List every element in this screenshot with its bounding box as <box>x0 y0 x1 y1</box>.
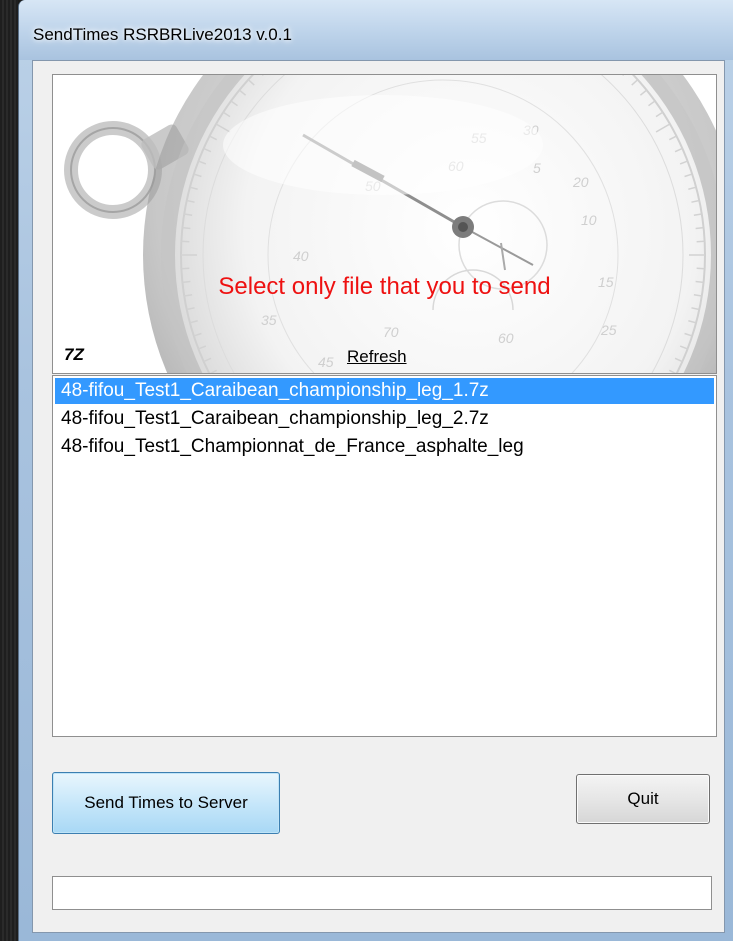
app-window: SendTimes RSRBRLive2013 v.0.1 5 10 15 40… <box>18 0 733 941</box>
list-item[interactable]: 48-fifou_Test1_Caraibean_championship_le… <box>55 378 714 404</box>
svg-text:25: 25 <box>600 322 617 338</box>
list-item[interactable]: 48-fifou_Test1_Championnat_de_France_asp… <box>55 434 714 460</box>
desktop-background <box>0 0 18 941</box>
title-bar[interactable]: SendTimes RSRBRLive2013 v.0.1 <box>19 0 733 60</box>
refresh-link[interactable]: Refresh <box>347 347 407 367</box>
extension-label: 7Z <box>64 345 84 364</box>
stopwatch-image: 55 5 10 15 60 50 40 35 45 70 60 20 25 30 <box>64 75 716 373</box>
svg-text:5: 5 <box>533 160 541 176</box>
svg-text:20: 20 <box>572 174 589 190</box>
svg-text:60: 60 <box>498 330 514 346</box>
svg-text:70: 70 <box>383 324 399 340</box>
status-field <box>52 876 712 910</box>
file-list[interactable]: 48-fifou_Test1_Caraibean_championship_le… <box>52 375 717 737</box>
list-item[interactable]: 48-fifou_Test1_Caraibean_championship_le… <box>55 406 714 432</box>
svg-text:10: 10 <box>581 212 597 228</box>
quit-button[interactable]: Quit <box>576 774 710 824</box>
window-title: SendTimes RSRBRLive2013 v.0.1 <box>33 25 292 44</box>
client-area: 55 5 10 15 60 50 40 35 45 70 60 20 25 30 <box>32 60 725 933</box>
image-panel: 55 5 10 15 60 50 40 35 45 70 60 20 25 30 <box>52 74 717 374</box>
send-times-button[interactable]: Send Times to Server <box>52 772 280 834</box>
svg-text:35: 35 <box>261 312 277 328</box>
svg-text:40: 40 <box>293 248 309 264</box>
svg-text:45: 45 <box>318 354 334 370</box>
instruction-text: Select only file that you to send <box>218 273 551 300</box>
